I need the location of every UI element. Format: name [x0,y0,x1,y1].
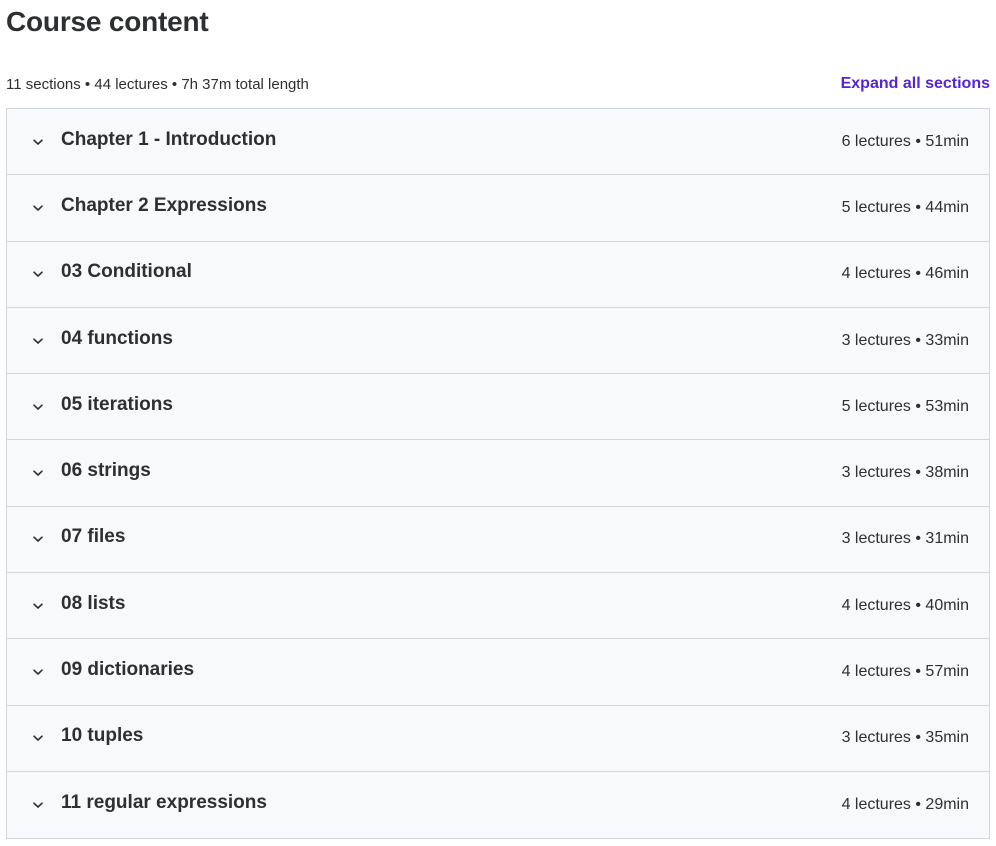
chevron-down-icon[interactable] [31,267,45,281]
section-meta: 5 lectures • 44min [841,198,969,216]
section-item-2[interactable]: Chapter 2 Expressions 5 lectures • 44min [7,175,989,242]
section-title: 10 tuples [61,725,144,747]
section-title: 03 Conditional [61,261,192,283]
section-title: Chapter 1 - Introduction [61,128,277,150]
section-title: 04 functions [61,327,173,349]
section-meta: 5 lectures • 53min [841,397,969,415]
chevron-down-icon[interactable] [31,599,45,613]
chevron-down-icon[interactable] [31,400,45,414]
section-title: Chapter 2 Expressions [61,194,267,216]
section-title: 05 iterations [61,393,173,415]
chevron-down-icon[interactable] [31,798,45,812]
section-meta: 4 lectures • 40min [841,596,969,614]
section-meta: 4 lectures • 57min [841,663,969,681]
chevron-down-icon[interactable] [31,466,45,480]
section-item-1[interactable]: Chapter 1 - Introduction 6 lectures • 51… [7,109,989,176]
chevron-down-icon[interactable] [31,201,45,215]
section-item-11[interactable]: 11 regular expressions 4 lectures • 29mi… [7,772,989,838]
course-summary: 11 sections • 44 lectures • 7h 37m total… [6,75,309,93]
section-item-8[interactable]: 08 lists 4 lectures • 40min [7,573,989,640]
section-item-6[interactable]: 06 strings 3 lectures • 38min [7,440,989,507]
section-title: 09 dictionaries [61,659,195,681]
section-title: 08 lists [61,592,126,614]
section-item-10[interactable]: 10 tuples 3 lectures • 35min [7,706,989,772]
section-item-7[interactable]: 07 files 3 lectures • 31min [7,507,989,574]
chevron-down-icon[interactable] [31,665,45,679]
section-meta: 4 lectures • 46min [841,265,969,283]
chevron-down-icon[interactable] [31,334,45,348]
expand-all-sections-button[interactable]: Expand all sections [841,75,990,93]
summary-row: 11 sections • 44 lectures • 7h 37m total… [6,72,990,96]
chevron-down-icon[interactable] [31,731,45,745]
section-meta: 4 lectures • 29min [841,796,969,814]
section-meta: 3 lectures • 35min [841,729,969,747]
sections-list: Chapter 1 - Introduction 6 lectures • 51… [6,108,990,840]
page-title: Course content [6,6,209,37]
section-meta: 3 lectures • 31min [841,530,969,548]
section-title: 11 regular expressions [61,792,267,814]
section-title: 07 files [61,526,126,548]
section-item-3[interactable]: 03 Conditional 4 lectures • 46min [7,242,989,308]
section-item-9[interactable]: 09 dictionaries 4 lectures • 57min [7,639,989,706]
chevron-down-icon[interactable] [31,135,45,149]
section-item-5[interactable]: 05 iterations 5 lectures • 53min [7,374,989,441]
section-meta: 6 lectures • 51min [841,132,969,150]
section-meta: 3 lectures • 33min [841,331,969,349]
chevron-down-icon[interactable] [31,532,45,546]
section-title: 06 strings [61,460,151,482]
section-item-4[interactable]: 04 functions 3 lectures • 33min [7,308,989,375]
section-meta: 3 lectures • 38min [841,464,969,482]
